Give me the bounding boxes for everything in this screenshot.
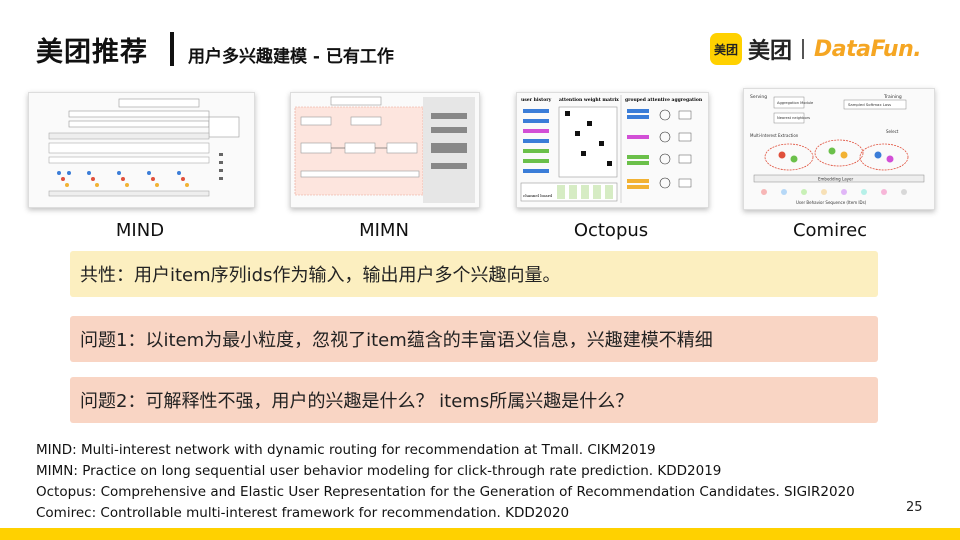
reference-item: MIND: Multi-interest network with dynami…: [36, 442, 656, 458]
meituan-brand-text: 美团: [748, 39, 793, 64]
comirec-architecture-icon: Serving Training Aggregation Module Near…: [744, 89, 934, 209]
common-point-text: 共性：用户item序列ids作为输入，输出用户多个兴趣向量。: [80, 265, 561, 286]
comirec-label-serving: Serving: [750, 94, 767, 100]
title-divider: [170, 32, 174, 66]
common-point-box: 共性：用户item序列ids作为输入，输出用户多个兴趣向量。: [70, 251, 878, 297]
caption-mind: MIND: [115, 220, 165, 241]
datafun-logo-text: DataFun.: [814, 36, 922, 62]
reference-item: Octopus: Comprehensive and Elastic User …: [36, 484, 855, 500]
comirec-label-loss: Sampled Softmax Loss: [848, 102, 891, 107]
comirec-label-select: Select: [886, 129, 899, 134]
problem2-box: 问题2：可解释性不强，用户的兴趣是什么？ items所属兴趣是什么？: [70, 377, 878, 423]
comirec-label-training: Training: [883, 94, 902, 100]
page-number: 25: [906, 500, 923, 515]
problem2-text: 问题2：可解释性不强，用户的兴趣是什么？ items所属兴趣是什么？: [80, 391, 634, 412]
comirec-label-module: Aggregation Module: [777, 101, 814, 105]
octopus-label-attention: attention weight matrix: [559, 97, 619, 103]
comirec-label-nearest: Nearest neighbors: [777, 116, 810, 120]
comirec-diagram: Serving Training Aggregation Module Near…: [743, 88, 935, 210]
reference-list: MIND: Multi-interest network with dynami…: [36, 440, 855, 524]
mind-diagram: [28, 92, 255, 208]
reference-item: Comirec: Controllable multi-interest fra…: [36, 505, 570, 521]
octopus-label-history: user history: [521, 97, 552, 103]
caption-mimn: MIMN: [359, 220, 409, 241]
mimn-architecture-icon: [291, 93, 479, 207]
footer-accent-bar: [0, 528, 960, 540]
comirec-label-embedding: Embedding Layer: [818, 177, 853, 182]
reference-item: MIMN: Practice on long sequential user b…: [36, 463, 722, 479]
problem1-text: 问题1：以item为最小粒度，忽视了item蕴含的丰富语义信息，兴趣建模不精细: [80, 330, 713, 351]
caption-comirec: Comirec: [792, 220, 868, 241]
octopus-diagram: user history attention weight matrix gro…: [516, 92, 709, 208]
octopus-label-grouped: grouped attentive aggregation: [625, 97, 703, 103]
slide-subtitle: 用户多兴趣建模 - 已有工作: [188, 47, 394, 67]
octopus-architecture-icon: user history attention weight matrix gro…: [517, 93, 708, 207]
brand-logo: 美团 美团 DataFun.: [710, 33, 922, 65]
problem1-box: 问题1：以item为最小粒度，忽视了item蕴含的丰富语义信息，兴趣建模不精细: [70, 316, 878, 362]
mimn-diagram: [290, 92, 480, 208]
slide-title: 美团推荐: [36, 37, 148, 68]
mind-architecture-icon: [29, 93, 254, 207]
caption-octopus: Octopus: [573, 220, 649, 241]
comirec-label-sequence: User Behavior Sequence (Item IDs): [796, 200, 867, 205]
logo-separator: [802, 39, 805, 59]
meituan-logo-icon: 美团: [710, 33, 742, 65]
octopus-label-board: channel board: [523, 193, 553, 198]
comirec-label-multi: Multi-Interest Extraction: [750, 133, 799, 138]
